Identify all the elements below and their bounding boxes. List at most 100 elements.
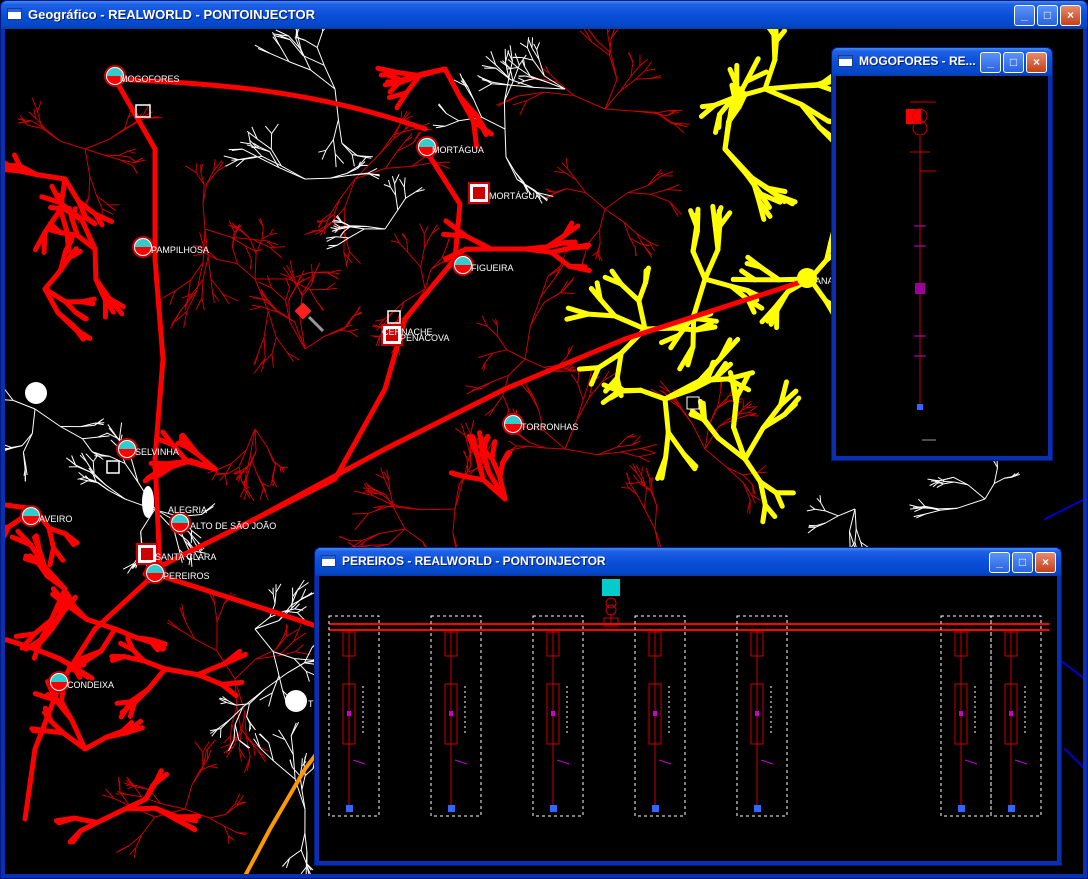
network-segment	[269, 246, 286, 248]
network-segment	[85, 453, 94, 462]
substation-label: FIGUEIRA	[471, 263, 514, 273]
close-button[interactable]: ×	[1026, 52, 1047, 73]
network-segment	[477, 74, 493, 85]
network-segment	[650, 189, 668, 195]
minimize-button[interactable]: _	[1014, 5, 1035, 26]
substation-marker[interactable]: PEREIROS	[144, 562, 210, 584]
network-segment	[349, 330, 358, 338]
close-button[interactable]: ×	[1060, 5, 1081, 26]
substation-marker[interactable]: ALTO DE SÃO JOÃO	[190, 521, 276, 531]
substation-marker[interactable]: MORTÁGUA	[468, 182, 541, 204]
substation-marker[interactable]: AVEIRO	[20, 505, 72, 527]
load-block	[917, 404, 923, 410]
network-segment	[618, 281, 642, 304]
network-segment	[5, 388, 14, 401]
feeder-bay[interactable]	[430, 615, 482, 817]
network-segment	[694, 316, 719, 324]
network-segment	[230, 723, 233, 736]
main-titlebar[interactable]: Geográfico - REALWORLD - PONTOINJECTOR _…	[1, 1, 1087, 29]
network-segment	[463, 450, 468, 459]
network-segment	[57, 229, 80, 239]
minimize-button[interactable]: _	[980, 52, 1001, 73]
substation-marker[interactable]: MOGOFORES	[104, 65, 180, 87]
network-segment	[442, 66, 463, 100]
network-segment	[925, 509, 941, 515]
network-segment	[82, 436, 98, 440]
window-icon	[838, 55, 853, 67]
network-segment	[334, 153, 345, 164]
feeder-bay[interactable]	[940, 615, 992, 817]
network-segment	[242, 688, 266, 708]
feeder-bay[interactable]	[532, 615, 584, 817]
network-segment	[564, 172, 577, 181]
network-segment	[250, 259, 252, 270]
network-segment	[702, 276, 735, 289]
close-button[interactable]: ×	[1035, 552, 1056, 573]
network-segment	[918, 498, 926, 507]
switch-block	[915, 283, 925, 294]
network-segment	[993, 467, 998, 484]
mogofores-window: MOGOFORES - RE... _ □ ×	[831, 47, 1053, 461]
network-segment	[60, 426, 83, 440]
network-segment	[599, 208, 606, 230]
network-segment	[420, 267, 426, 290]
network-segment	[540, 276, 549, 298]
minimize-button[interactable]: _	[989, 552, 1010, 573]
network-segment	[304, 833, 308, 852]
network-segment	[290, 722, 297, 736]
network-segment	[519, 42, 528, 49]
network-segment	[545, 193, 555, 200]
network-segment	[793, 82, 820, 89]
maximize-button[interactable]: □	[1003, 52, 1024, 73]
network-segment	[261, 353, 273, 365]
network-segment	[300, 849, 307, 864]
mogofores-titlebar[interactable]: MOGOFORES - RE... _ □ ×	[832, 48, 1052, 76]
maximize-button[interactable]: □	[1012, 552, 1033, 573]
network-segment	[561, 239, 578, 246]
substation-marker[interactable]: PAMPILHOSA	[132, 236, 209, 258]
network-segment	[560, 292, 575, 294]
substation-marker[interactable]: FIGUEIRA	[452, 254, 514, 276]
feeder-bay[interactable]	[736, 615, 788, 817]
network-segment	[825, 515, 839, 524]
network-segment	[324, 328, 344, 337]
network-segment	[339, 178, 356, 200]
network-segment	[489, 439, 498, 462]
network-segment	[201, 279, 204, 298]
network-segment	[491, 374, 509, 383]
network-segment	[48, 205, 67, 212]
feeder-bay[interactable]	[634, 615, 686, 817]
network-segment	[706, 359, 716, 379]
network-segment	[291, 766, 301, 777]
substation-label: TORRONHAS	[521, 422, 578, 432]
network-segment	[470, 419, 475, 435]
network-segment	[517, 67, 531, 77]
network-segment	[562, 276, 575, 292]
network-segment	[378, 70, 401, 78]
network-segment	[194, 638, 218, 652]
substation-marker[interactable]: CERNACHE	[382, 327, 433, 337]
pereiros-diagram[interactable]	[319, 576, 1057, 861]
network-segment	[254, 428, 268, 448]
pereiros-titlebar[interactable]: PEREIROS - REALWORLD - PONTOINJECTOR _ □…	[315, 548, 1061, 576]
network-segment	[621, 486, 629, 489]
feeder-bay[interactable]	[990, 615, 1042, 817]
network-segment	[267, 310, 277, 338]
network-segment	[239, 488, 245, 498]
network-segment	[635, 70, 646, 80]
network-segment	[742, 425, 766, 462]
mogofores-diagram[interactable]	[836, 76, 1048, 456]
network-segment	[89, 175, 97, 196]
network-segment	[568, 244, 590, 251]
network-segment	[693, 324, 718, 333]
network-segment	[291, 596, 294, 609]
network-segment	[756, 465, 767, 474]
network-segment	[102, 208, 114, 215]
network-segment	[122, 805, 159, 812]
network-segment	[403, 187, 407, 199]
network-segment	[5, 167, 20, 174]
network-segment	[130, 457, 139, 483]
network-segment	[98, 626, 118, 654]
maximize-button[interactable]: □	[1037, 5, 1058, 26]
feeder-bay[interactable]	[328, 615, 380, 817]
